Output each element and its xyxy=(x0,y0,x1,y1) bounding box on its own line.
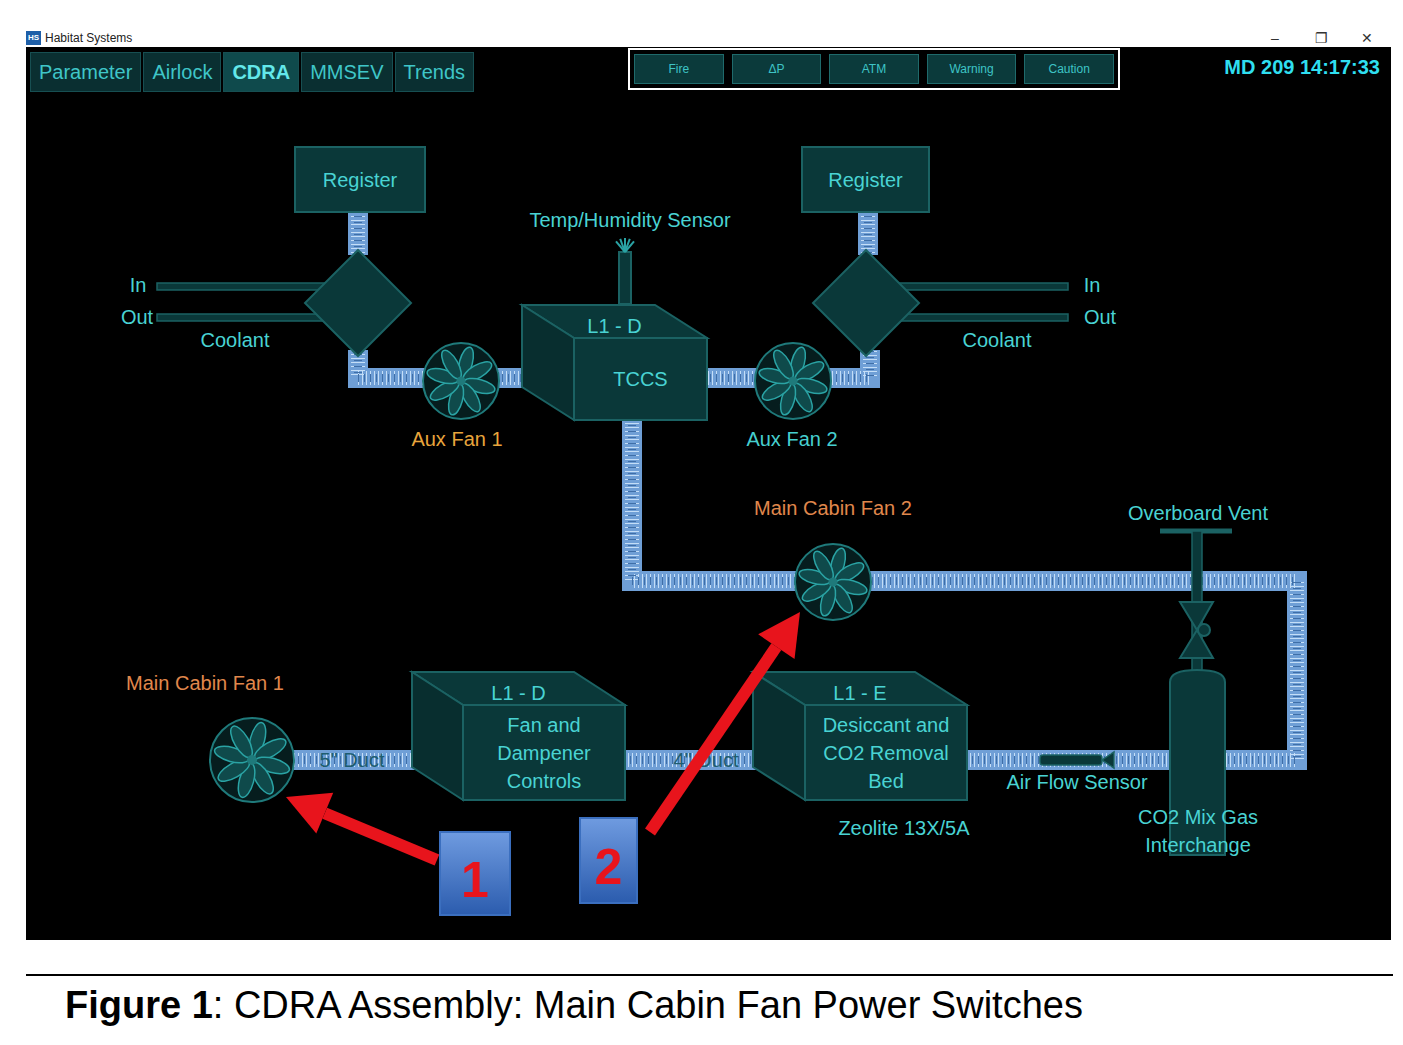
box-label: Controls xyxy=(507,770,581,792)
window-title: Habitat Systems xyxy=(45,31,132,45)
alarm-button[interactable]: ΔP xyxy=(732,54,822,84)
app-window: HS Habitat Systems – ❐ ✕ In Out Coolant In Out Coo… xyxy=(26,28,1391,940)
register: Register xyxy=(295,147,425,212)
coolant-lines: In Out Coolant xyxy=(890,274,1117,351)
alarm-button[interactable]: Caution xyxy=(1024,54,1114,84)
alarm-button[interactable]: Warning xyxy=(927,54,1017,84)
coolant-lines: In Out Coolant xyxy=(121,274,330,351)
fan-label: Aux Fan 1 xyxy=(411,428,502,450)
coolant-label: Coolant xyxy=(201,329,270,351)
figure-number: Figure 1 xyxy=(65,984,213,1026)
caption-rule xyxy=(26,974,1393,976)
sensor-icon xyxy=(616,238,634,304)
heat-exchanger xyxy=(813,250,919,356)
coolant-in-label: In xyxy=(130,274,147,296)
alarm-button[interactable]: ATM xyxy=(829,54,919,84)
register-duct xyxy=(358,212,359,255)
interchange-label: CO2 Mix Gas xyxy=(1138,806,1258,828)
coolant-out-label: Out xyxy=(121,306,154,328)
fan-icon[interactable] xyxy=(423,343,499,419)
air-flow-sensor-icon xyxy=(1040,752,1114,768)
box-label: Fan and xyxy=(507,714,580,736)
coolant-in-label: In xyxy=(1084,274,1101,296)
air-flow-sensor-label: Air Flow Sensor xyxy=(1006,771,1147,793)
svg-text:Register: Register xyxy=(323,169,398,191)
fan-label: Main Cabin Fan 1 xyxy=(126,672,284,694)
callout-arrow xyxy=(650,612,800,832)
mission-clock: MD 209 14:17:33 xyxy=(1120,56,1380,79)
window-control-button[interactable]: – xyxy=(1267,30,1283,46)
fan-icon[interactable] xyxy=(755,343,831,419)
fan-icon[interactable] xyxy=(795,544,871,620)
interchange-label: Interchange xyxy=(1145,834,1251,856)
window-control-button[interactable]: ❐ xyxy=(1313,30,1329,46)
overboard-vent-label: Overboard Vent xyxy=(1128,502,1269,524)
component-box: L1 - D Fan and Dampener Controls xyxy=(412,672,625,800)
tab[interactable]: MMSEV xyxy=(301,52,392,92)
callout-badge: 2 xyxy=(580,818,637,903)
overboard-vent-icon xyxy=(1160,531,1232,671)
fan-label: Main Cabin Fan 2 xyxy=(754,497,912,519)
box-code: L1 - D xyxy=(491,682,545,704)
tab[interactable]: Airlock xyxy=(143,52,221,92)
heat-exchanger xyxy=(305,250,411,356)
box-label: Bed xyxy=(868,770,904,792)
box-code: L1 - E xyxy=(833,682,886,704)
coolant-label: Coolant xyxy=(963,329,1032,351)
box-label: Dampener xyxy=(497,742,591,764)
title: HS Habitat Systems xyxy=(26,31,132,45)
alarm-button[interactable]: Fire xyxy=(634,54,724,84)
title-bar: HS Habitat Systems – ❐ ✕ xyxy=(26,28,1391,47)
box-label: Desiccant and xyxy=(823,714,950,736)
component-box: L1 - E Desiccant and CO2 Removal Bed xyxy=(753,672,967,800)
register: Register xyxy=(802,147,929,212)
screen: In Out Coolant In Out Coolant Register Register… xyxy=(26,47,1391,940)
duct-label: 5" Duct xyxy=(320,749,385,771)
svg-text:Register: Register xyxy=(828,169,903,191)
coolant-out-label: Out xyxy=(1084,306,1117,328)
component-box: L1 - D TCCS xyxy=(522,305,707,420)
svg-text:1: 1 xyxy=(461,852,489,908)
svg-text:2: 2 xyxy=(595,839,623,895)
app-logo-icon: HS xyxy=(26,31,41,45)
callout-badge: 1 xyxy=(440,832,510,915)
figure-text: : CDRA Assembly: Main Cabin Fan Power Sw… xyxy=(213,984,1083,1026)
header: ParameterAirlockCDRAMMSEVTrendsFireΔPATM… xyxy=(26,47,1391,92)
bed-material: Zeolite 13X/5A xyxy=(838,817,970,839)
cdra-diagram: In Out Coolant In Out Coolant Register Register… xyxy=(26,47,1391,940)
window-controls: – ❐ ✕ xyxy=(1267,30,1391,46)
tab[interactable]: Trends xyxy=(395,52,475,92)
figure-caption: Figure 1: CDRA Assembly: Main Cabin Fan … xyxy=(65,984,1403,1027)
box-code: L1 - D xyxy=(587,315,641,337)
box-label: TCCS xyxy=(613,368,667,390)
tab[interactable]: Parameter xyxy=(30,52,141,92)
box-label: CO2 Removal xyxy=(823,742,949,764)
fan-label: Aux Fan 2 xyxy=(746,428,837,450)
sensor-label: Temp/Humidity Sensor xyxy=(529,209,731,231)
callout-arrow xyxy=(286,793,437,860)
tab[interactable]: CDRA xyxy=(223,52,299,92)
tab-bar: ParameterAirlockCDRAMMSEVTrends xyxy=(30,52,628,92)
alarm-panel: Fire ΔPATM WarningCaution xyxy=(628,48,1120,90)
window-control-button[interactable]: ✕ xyxy=(1359,30,1375,46)
fan-icon[interactable] xyxy=(210,718,294,802)
register-duct xyxy=(868,212,869,255)
page: HS Habitat Systems – ❐ ✕ In Out Coolant In Out Coo… xyxy=(0,0,1403,1027)
